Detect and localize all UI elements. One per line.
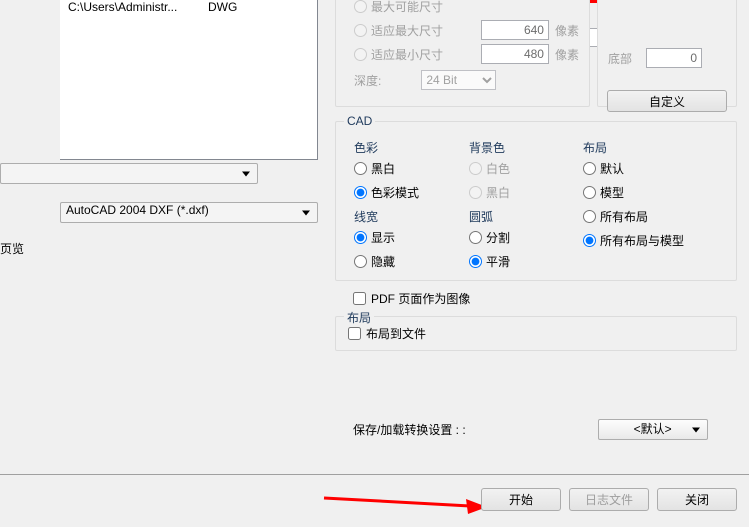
radio-arc-split[interactable] xyxy=(469,231,482,244)
list-dropdown[interactable] xyxy=(0,163,258,184)
cad-group: CAD 色彩 黑白 色彩模式 线宽 显示 隐藏 背景色 白色 黑白 圆弧 分割 … xyxy=(335,121,737,281)
format-selected: AutoCAD 2004 DXF (*.dxf) xyxy=(66,203,209,217)
opt-lw-hide[interactable]: 隐藏 xyxy=(354,251,464,271)
depth-select[interactable]: 24 Bit xyxy=(421,70,496,90)
bottom-label: 底部 xyxy=(608,50,632,67)
customize-button[interactable]: 自定义 xyxy=(607,90,727,112)
radio-layout-allmodel[interactable] xyxy=(583,234,596,247)
opt-layout-all[interactable]: 所有布局 xyxy=(583,206,723,226)
save-settings-row: 保存/加载转换设置 : : <默认> xyxy=(353,419,708,440)
color-title: 色彩 xyxy=(354,139,464,156)
opt-arc-smooth[interactable]: 平滑 xyxy=(469,251,579,271)
opt-lw-show[interactable]: 显示 xyxy=(354,227,464,247)
bottom-input[interactable] xyxy=(646,48,702,68)
lineweight-title: 线宽 xyxy=(354,208,464,225)
logfile-button[interactable]: 日志文件 xyxy=(569,488,649,511)
right-panel: 最大可能尺寸 适应最大尺寸 像素 适应最小尺寸 像 xyxy=(335,0,749,527)
radio-max-possible[interactable] xyxy=(354,0,367,13)
image-size-group: 最大可能尺寸 适应最大尺寸 像素 适应最小尺寸 像 xyxy=(335,0,590,107)
list-item[interactable]: C:\Users\Administr... DWG xyxy=(68,0,309,14)
radio-layout-all[interactable] xyxy=(583,210,596,223)
radio-color-mode[interactable] xyxy=(354,186,367,199)
divider xyxy=(0,474,749,475)
opt-bg-white[interactable]: 白色 xyxy=(469,158,579,178)
opt-layout-default[interactable]: 默认 xyxy=(583,158,723,178)
layout-group: 布局 布局到文件 xyxy=(335,316,737,351)
pdf-as-image-row[interactable]: PDF 页面作为图像 xyxy=(353,290,470,307)
opt-layout-model[interactable]: 模型 xyxy=(583,182,723,202)
opt-fit-max[interactable]: 适应最大尺寸 像素 xyxy=(354,20,579,40)
start-button[interactable]: 开始 xyxy=(481,488,561,511)
radio-fit-max[interactable] xyxy=(354,24,367,37)
radio-bg-white[interactable] xyxy=(469,162,482,175)
layout-to-file-checkbox[interactable] xyxy=(348,327,361,340)
save-settings-label: 保存/加载转换设置 : : xyxy=(353,421,466,438)
opt-bg-bw[interactable]: 黑白 xyxy=(469,182,579,202)
radio-layout-default[interactable] xyxy=(583,162,596,175)
arc-title: 圆弧 xyxy=(469,208,579,225)
radio-lw-hide[interactable] xyxy=(354,255,367,268)
opt-color-bw[interactable]: 黑白 xyxy=(354,158,464,178)
file-type: DWG xyxy=(208,0,248,14)
depth-row: 深度: 24 Bit xyxy=(354,70,579,90)
file-list[interactable]: C:\Users\Administr... DWG xyxy=(60,0,318,160)
pdf-as-image-label: PDF 页面作为图像 xyxy=(371,290,470,307)
radio-fit-min[interactable] xyxy=(354,48,367,61)
format-dropdown[interactable]: AutoCAD 2004 DXF (*.dxf) xyxy=(60,202,318,223)
opt-fit-min[interactable]: 适应最小尺寸 像素 xyxy=(354,44,579,64)
radio-color-bw[interactable] xyxy=(354,162,367,175)
close-button[interactable]: 关闭 xyxy=(657,488,737,511)
opt-color-mode[interactable]: 色彩模式 xyxy=(354,182,464,202)
preset-dropdown[interactable]: <默认> xyxy=(598,419,708,440)
min-size-input[interactable] xyxy=(481,44,549,64)
depth-label: 深度: xyxy=(354,72,381,89)
cad-group-title: CAD xyxy=(344,114,375,128)
file-name: C:\Users\Administr... xyxy=(68,0,198,14)
footer-buttons: 开始 日志文件 关闭 xyxy=(481,488,737,511)
max-size-input[interactable] xyxy=(481,20,549,40)
bg-title: 背景色 xyxy=(469,139,579,156)
layout-group-title: 布局 xyxy=(344,309,374,326)
radio-arc-smooth[interactable] xyxy=(469,255,482,268)
bottom-row: 底部 xyxy=(608,48,726,68)
layout-to-file-label: 布局到文件 xyxy=(366,325,426,342)
opt-layout-allmodel[interactable]: 所有布局与模型 xyxy=(583,230,723,250)
left-panel: C:\Users\Administr... DWG 戈列表: AutoCAD 2… xyxy=(0,0,325,527)
preview-label: 页览 xyxy=(0,240,24,257)
opt-max-possible[interactable]: 最大可能尺寸 xyxy=(354,0,579,16)
opt-arc-split[interactable]: 分割 xyxy=(469,227,579,247)
layout-title: 布局 xyxy=(583,139,723,156)
radio-lw-show[interactable] xyxy=(354,231,367,244)
radio-bg-bw[interactable] xyxy=(469,186,482,199)
pdf-as-image-checkbox[interactable] xyxy=(353,292,366,305)
radio-layout-model[interactable] xyxy=(583,186,596,199)
